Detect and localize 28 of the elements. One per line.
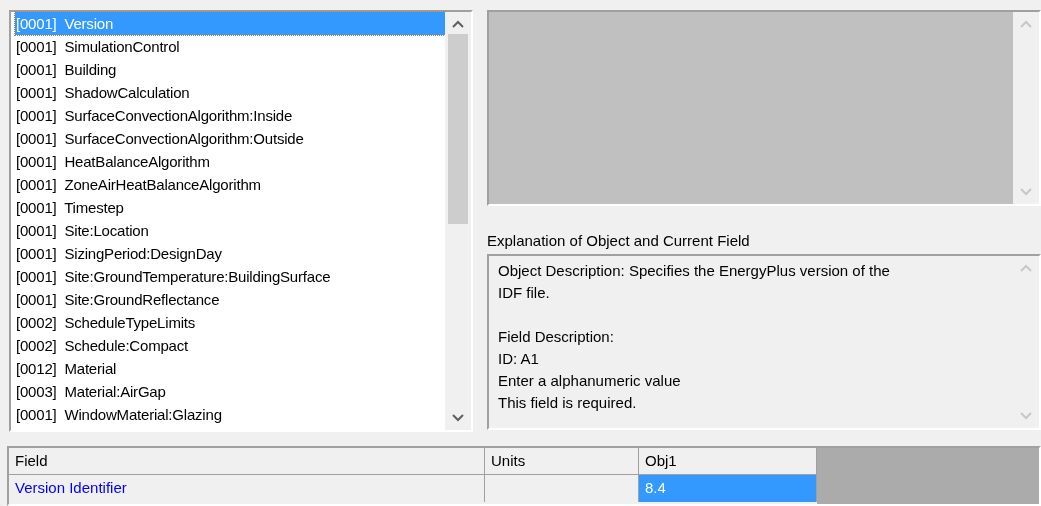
scroll-up-icon[interactable] bbox=[452, 20, 464, 28]
object-list-item[interactable]: [0001] Site:GroundTemperature:BuildingSurface bbox=[15, 265, 445, 288]
object-list-item[interactable]: [0003] Material:AirGap bbox=[15, 380, 445, 403]
scroll-bar[interactable] bbox=[445, 12, 471, 430]
object-list-item[interactable]: [0001] ShadowCalculation bbox=[15, 81, 445, 104]
explanation-text: ID: A1 bbox=[498, 349, 540, 369]
object-list-item[interactable]: [0001] SurfaceConvectionAlgorithm:Outside bbox=[15, 127, 445, 150]
object-list-item[interactable]: [0001] Site:Location bbox=[15, 219, 445, 242]
object-list-item[interactable]: [0001] HeatBalanceAlgorithm bbox=[15, 150, 445, 173]
explanation-label: Explanation of Object and Current Field bbox=[487, 231, 751, 251]
object-list-item[interactable]: [0001] SizingPeriod:DesignDay bbox=[15, 242, 445, 265]
explanation-text: Field Description: bbox=[498, 327, 615, 347]
field-name-cell: Version Identifier bbox=[9, 475, 485, 502]
scroll-down-icon[interactable] bbox=[452, 414, 464, 422]
object-list-item[interactable]: [0012] Material bbox=[15, 357, 445, 380]
object-list-item[interactable]: [0001] SimulationControl bbox=[15, 35, 445, 58]
object-list-item[interactable]: [0001] Building bbox=[15, 58, 445, 81]
object-list-item[interactable]: [0001] Timestep bbox=[15, 196, 445, 219]
explanation-text: This field is required. bbox=[498, 393, 638, 413]
explanation-text: Enter a alphanumeric value bbox=[498, 371, 682, 391]
scroll-thumb[interactable] bbox=[448, 34, 468, 224]
object-list-item[interactable]: [0002] Schedule:Compact bbox=[15, 334, 445, 357]
object-list-item[interactable]: [0001] ZoneAirHeatBalanceAlgorithm bbox=[15, 173, 445, 196]
object-list-item[interactable]: [0001] SurfaceConvectionAlgorithm:Inside bbox=[15, 104, 445, 127]
object-list-item[interactable]: [0001] Site:GroundReflectance bbox=[15, 288, 445, 311]
explanation-text: Object Description: Specifies the EnergyPlus version of the IDF file. bbox=[498, 261, 891, 303]
object-list-item[interactable]: [0002] ScheduleTypeLimits bbox=[15, 311, 445, 334]
object-list-item[interactable]: [0001] WindowMaterial:Glazing bbox=[15, 403, 445, 426]
